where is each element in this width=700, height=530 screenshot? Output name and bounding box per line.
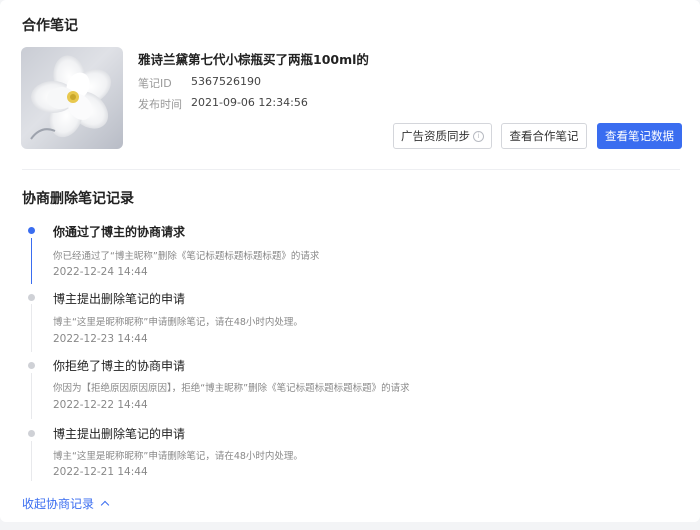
chevron-up-icon — [100, 500, 110, 510]
note-title[interactable]: 雅诗兰黛第七代小棕瓶买了两瓶100ml的 — [138, 49, 369, 68]
timeline-item-time: 2022-12-22 14:44 — [53, 399, 148, 411]
timeline-dot — [28, 362, 35, 369]
publish-time-label: 发布时间 — [138, 98, 182, 111]
info-icon[interactable]: i — [473, 130, 484, 142]
timeline-item-desc: 你已经通过了“博主昵称”删除《笔记标题标题标题标题》的请求 — [53, 251, 320, 262]
section-title-negotiation-records: 协商删除笔记记录 — [22, 191, 134, 207]
note-id-label: 笔记ID — [138, 77, 172, 90]
timeline-item-time: 2022-12-24 14:44 — [53, 266, 148, 278]
flower-image-icon — [30, 55, 111, 140]
timeline-connector-active — [31, 238, 32, 284]
timeline-item-desc: 博主“这里是昵称昵称”申请删除笔记，请在48小时内处理。 — [53, 451, 303, 462]
collapse-records-link[interactable]: 收起协商记录 — [22, 495, 110, 512]
section-title-coop-note: 合作笔记 — [22, 18, 78, 34]
timeline-item-title: 你通过了博主的协商请求 — [53, 225, 186, 239]
coop-note-card: 合作笔记 雅诗兰黛第七代小棕瓶买了两瓶100ml的 笔记ID 536752619… — [0, 0, 700, 522]
ad-sync-label: 广告资质同步 — [401, 129, 470, 143]
ad-qualification-sync-button[interactable]: 广告资质同步 i — [393, 123, 492, 149]
timeline-item-desc: 博主“这里是昵称昵称”申请删除笔记，请在48小时内处理。 — [53, 317, 303, 328]
timeline-connector — [31, 441, 32, 481]
timeline-connector — [31, 304, 32, 352]
timeline-dot-active — [28, 227, 35, 234]
section-divider — [22, 169, 680, 170]
collapse-records-label: 收起协商记录 — [22, 497, 95, 511]
timeline-item-title: 博主提出删除笔记的申请 — [53, 427, 186, 441]
view-coop-note-button[interactable]: 查看合作笔记 — [501, 123, 587, 149]
publish-time-value: 2021-09-06 12:34:56 — [191, 96, 308, 109]
note-id-value: 5367526190 — [191, 75, 261, 88]
timeline-item-desc: 你因为【拒绝原因原因原因】，拒绝“博主昵称”删除《笔记标题标题标题标题》的请求 — [53, 383, 410, 394]
timeline-item-time: 2022-12-23 14:44 — [53, 333, 148, 345]
timeline-item-title: 博主提出删除笔记的申请 — [53, 292, 186, 306]
timeline-item-title: 你拒绝了博主的协商申请 — [53, 359, 186, 373]
note-thumbnail[interactable] — [21, 47, 123, 149]
timeline-connector — [31, 373, 32, 419]
timeline-item-time: 2022-12-21 14:44 — [53, 466, 148, 478]
timeline-dot — [28, 430, 35, 437]
view-note-data-button[interactable]: 查看笔记数据 — [597, 123, 682, 149]
timeline-dot — [28, 294, 35, 301]
